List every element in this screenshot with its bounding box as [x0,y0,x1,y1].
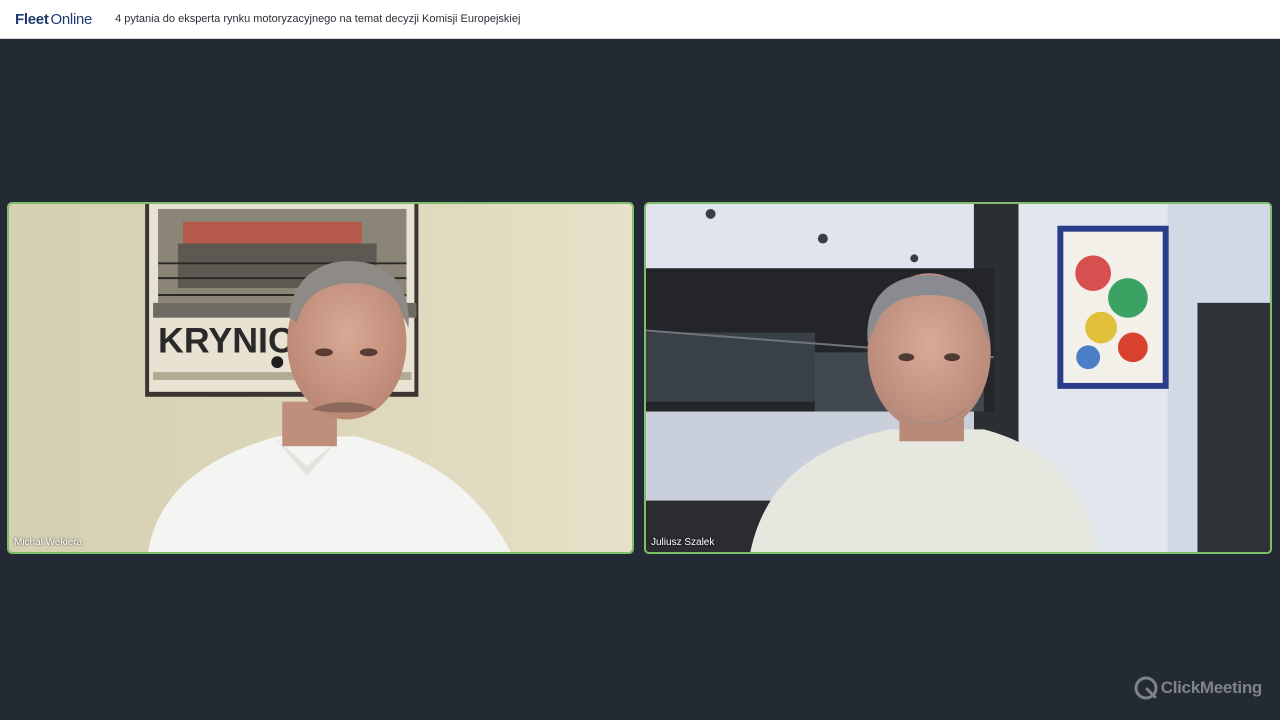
clickmeeting-watermark: ClickMeeting [1133,675,1262,701]
video-stage: KRYNICA Michal Wekiera Juliusz Szalek Cl… [0,39,1280,720]
top-bar: Fleet Online 4 pytania do eksperta rynku… [0,0,1280,39]
logo-online-text: Online [50,10,93,28]
page-title: 4 pytania do eksperta rynku motoryzacyjn… [115,13,521,25]
logo-fleet-text: Fleet [15,10,49,28]
video-feed-juliusz [646,204,1270,552]
watermark-text: ClickMeeting [1160,678,1263,697]
clickmeeting-logo-icon [1134,676,1158,700]
video-tile-juliusz[interactable]: Juliusz Szalek [644,202,1272,554]
fleet-online-logo[interactable]: Fleet Online [15,11,92,28]
video-tile-michal[interactable]: KRYNICA Michal Wekiera [7,202,634,554]
video-feed-michal: KRYNICA [9,204,632,552]
participant-name-label: Juliusz Szalek [651,537,715,548]
wall-painting [1057,225,1169,389]
participant-name-label: Michal Wekiera [14,537,83,548]
